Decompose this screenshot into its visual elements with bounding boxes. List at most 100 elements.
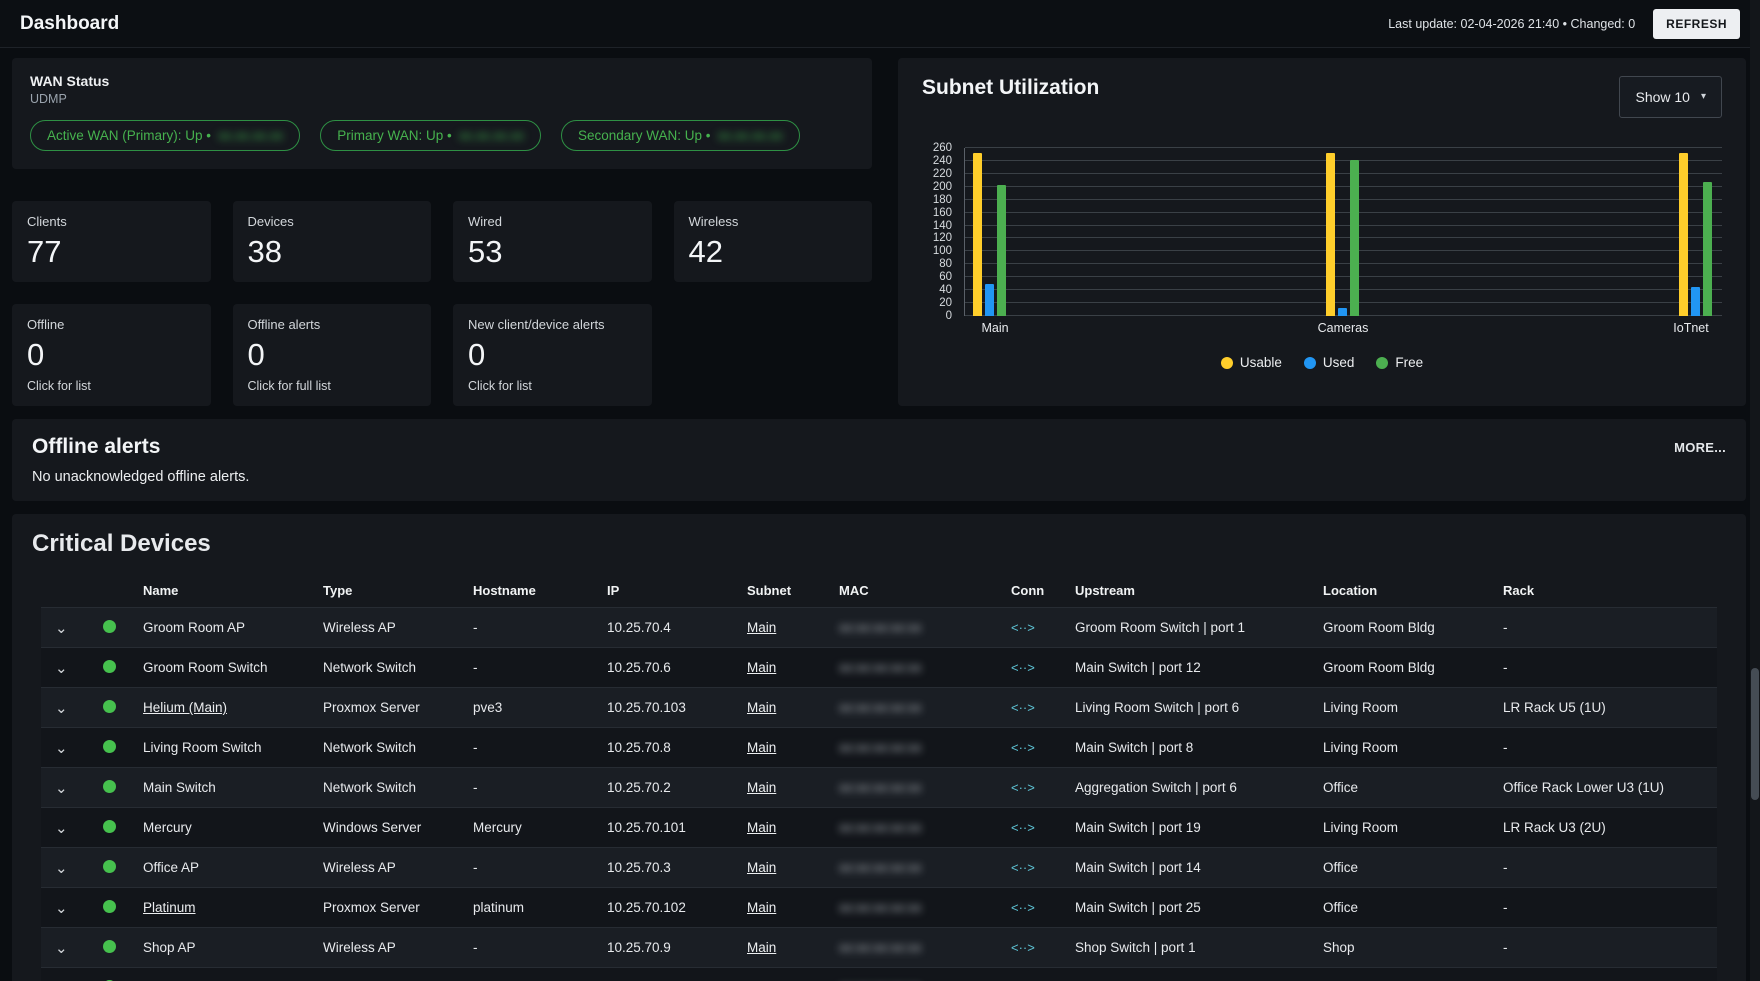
chart-x-labels: MainCamerasIoTnet — [964, 316, 1722, 335]
legend-label: Usable — [1240, 355, 1282, 370]
show-count-select[interactable]: Show 10 ▾ — [1619, 76, 1722, 118]
legend-dot — [1304, 357, 1316, 369]
hostname-cell: - — [463, 768, 597, 808]
mac-redacted: xx:xx:xx:xx:xx — [839, 820, 922, 835]
y-axis-tick: 180 — [933, 194, 952, 206]
chevron-down-icon[interactable]: ⌄ — [51, 899, 72, 917]
ip-cell: 10.25.70.103 — [597, 688, 737, 728]
chevron-down-icon[interactable]: ⌄ — [51, 699, 72, 717]
more-link[interactable]: MORE... — [1674, 440, 1726, 455]
left-column: WAN Status UDMP Active WAN (Primary): Up… — [12, 58, 872, 406]
chart-area: 020406080100120140160180200220240260 — [922, 148, 1722, 316]
subnet-cell: Main — [737, 728, 829, 768]
location-cell: Living Room — [1313, 728, 1493, 768]
subnet-link[interactable]: Main — [747, 860, 776, 875]
rack-cell: - — [1493, 848, 1717, 888]
device-name-link[interactable]: Platinum — [143, 900, 196, 915]
legend-item-usable[interactable]: Usable — [1221, 355, 1282, 370]
wan-pill-ip-redacted: xx.xx.xx.xx — [459, 128, 524, 143]
location-cell: Office — [1313, 848, 1493, 888]
subnet-link[interactable]: Main — [747, 700, 776, 715]
stat-card-new-client-device-alerts[interactable]: New client/device alerts0Click for list — [453, 304, 652, 407]
name-cell: Office AP — [133, 848, 313, 888]
bar-usable — [1679, 153, 1688, 316]
chevron-down-icon[interactable]: ⌄ — [51, 619, 72, 637]
location-cell: Shop — [1313, 928, 1493, 968]
name-cell: Groom Room Switch — [133, 648, 313, 688]
chevron-down-icon[interactable]: ⌄ — [51, 819, 72, 837]
stat-sub-text: Click for full list — [248, 379, 417, 393]
hostname-cell: - — [463, 928, 597, 968]
ip-cell: 10.25.70.4 — [597, 608, 737, 648]
subnet-link[interactable]: Main — [747, 620, 776, 635]
stat-value: 0 — [468, 339, 637, 372]
chart-plot — [964, 148, 1722, 316]
column-header-empty — [41, 574, 93, 608]
device-name: Office AP — [143, 860, 199, 875]
subnet-cell: Main — [737, 888, 829, 928]
chevron-down-icon[interactable]: ⌄ — [51, 939, 72, 957]
legend-item-used[interactable]: Used — [1304, 355, 1355, 370]
subnet-link[interactable]: Main — [747, 740, 776, 755]
mac-cell: xx:xx:xx:xx:xx — [829, 848, 1001, 888]
status-cell — [93, 888, 133, 928]
stat-card-clients: Clients77 — [12, 201, 211, 282]
wan-pill-label: Secondary WAN: Up • — [578, 128, 711, 143]
rack-cell: LR Rack U5 (1U) — [1493, 688, 1717, 728]
stat-label: Devices — [248, 214, 417, 229]
chevron-down-icon[interactable]: ⌄ — [51, 859, 72, 877]
mac-cell: xx:xx:xx:xx:xx — [829, 608, 1001, 648]
y-axis-tick: 260 — [933, 142, 952, 154]
location-cell: Groom Room Bldg — [1313, 608, 1493, 648]
column-header-empty — [93, 574, 133, 608]
conn-cell: <··> — [1001, 688, 1065, 728]
vertical-scrollbar[interactable] — [1750, 0, 1760, 981]
status-dot-online — [103, 620, 116, 633]
stat-card-offline-alerts[interactable]: Offline alerts0Click for full list — [233, 304, 432, 407]
name-cell: Living Room Switch — [133, 728, 313, 768]
legend-item-free[interactable]: Free — [1376, 355, 1423, 370]
status-cell — [93, 608, 133, 648]
status-cell — [93, 648, 133, 688]
offline-alerts-header: Offline alerts MORE... — [32, 435, 1726, 459]
name-cell: Platinum — [133, 888, 313, 928]
mac-cell: xx:xx:xx:xx:xx — [829, 968, 1001, 981]
hostname-cell: - — [463, 968, 597, 981]
scrollbar-thumb[interactable] — [1751, 668, 1759, 800]
ip-cell: 10.25.70.9 — [597, 928, 737, 968]
subnet-link[interactable]: Main — [747, 780, 776, 795]
column-header-location: Location — [1313, 574, 1493, 608]
subnet-link[interactable]: Main — [747, 660, 776, 675]
chevron-down-icon[interactable]: ⌄ — [51, 659, 72, 677]
bar-usable — [1326, 153, 1335, 316]
device-name-link[interactable]: Helium (Main) — [143, 700, 227, 715]
chevron-down-icon[interactable]: ⌄ — [51, 779, 72, 797]
stat-card-wired: Wired53 — [453, 201, 652, 282]
critical-devices-title: Critical Devices — [32, 530, 1726, 558]
column-header-type: Type — [313, 574, 463, 608]
subnet-link[interactable]: Main — [747, 940, 776, 955]
status-dot-online — [103, 700, 116, 713]
stat-card-offline[interactable]: Offline0Click for list — [12, 304, 211, 407]
mac-redacted: xx:xx:xx:xx:xx — [839, 940, 922, 955]
name-cell: Groom Room AP — [133, 608, 313, 648]
table-row: ⌄PlatinumProxmox Serverplatinum10.25.70.… — [41, 888, 1717, 928]
subnet-link[interactable]: Main — [747, 820, 776, 835]
x-axis-label: Main — [964, 321, 1026, 335]
chart-legend: Usable Used Free — [922, 355, 1722, 370]
expand-cell: ⌄ — [41, 968, 93, 981]
wired-connection-icon: <··> — [1011, 900, 1035, 915]
ip-cell: 10.25.70.6 — [597, 648, 737, 688]
mac-cell: xx:xx:xx:xx:xx — [829, 688, 1001, 728]
name-cell: Shop AP — [133, 928, 313, 968]
y-axis-tick: 80 — [939, 258, 952, 270]
subnet-link[interactable]: Main — [747, 900, 776, 915]
refresh-button[interactable]: REFRESH — [1653, 9, 1740, 39]
mac-cell: xx:xx:xx:xx:xx — [829, 928, 1001, 968]
location-cell: Living Room — [1313, 808, 1493, 848]
conn-cell: <··> — [1001, 608, 1065, 648]
location-cell: Office — [1313, 888, 1493, 928]
chevron-down-icon[interactable]: ⌄ — [51, 739, 72, 757]
stat-value: 0 — [27, 339, 196, 372]
bar-free — [997, 185, 1006, 316]
